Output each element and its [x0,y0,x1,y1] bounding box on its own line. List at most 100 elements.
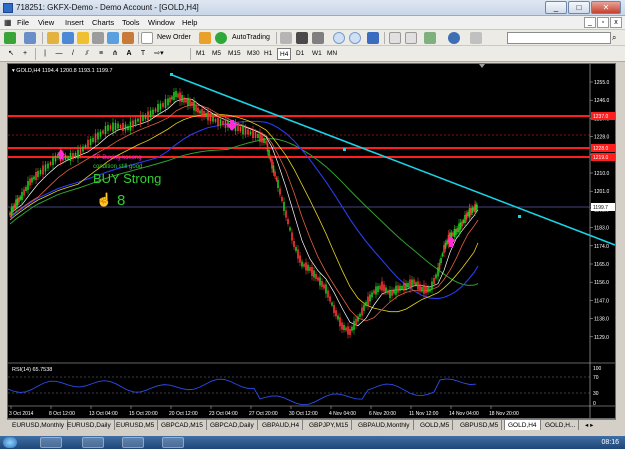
taskbar-media-button[interactable] [82,437,104,448]
candle-body [339,317,341,327]
taskbar-metatrader-button[interactable] [162,437,184,448]
start-button[interactable] [3,437,17,448]
indicators-icon[interactable] [424,32,436,44]
profiles-icon[interactable] [24,32,36,44]
candle-body [259,133,261,142]
menu-view[interactable]: View [38,18,54,27]
menu-tools[interactable]: Tools [122,18,140,27]
new-order-button[interactable]: New Order [154,32,194,44]
candle-body [263,138,265,143]
trendline-handle-mid[interactable] [343,148,346,151]
horizontal-line-icon[interactable]: — [54,48,64,60]
candle-body [268,150,270,156]
menu-window[interactable]: Window [148,18,175,27]
candle-body [301,261,303,267]
chart-doc-icon[interactable]: ▦ [4,18,12,27]
price-label: 1246.0 [594,98,610,104]
candle-body [124,124,127,131]
timeframe-mn[interactable]: MN [325,48,339,60]
price-chart[interactable]: ▾ GOLD,H4 1194.4 1200.8 1193.1 1199.7 RS… [7,64,616,418]
templates-icon[interactable] [470,32,482,44]
search-icon[interactable]: ⌕ [612,32,623,44]
navigator-icon[interactable] [77,32,89,44]
maximize-button[interactable]: □ [568,1,590,14]
chart-shift-icon[interactable] [389,32,401,44]
timeframe-h1[interactable]: H1 [262,48,274,60]
menu-charts[interactable]: Charts [92,18,114,27]
mdi-restore-button[interactable]: ▫ [597,17,609,28]
timeframe-m30[interactable]: M30 [245,48,262,60]
vertical-line-icon[interactable]: | [40,48,50,60]
timeframe-m1[interactable]: M1 [194,48,207,60]
arrows-icon[interactable]: ⇨▾ [152,48,166,60]
strategy-tester-icon[interactable] [107,32,119,44]
autoscroll-icon[interactable] [405,32,417,44]
candle-body [107,125,109,131]
autotrading-button[interactable]: AutoTrading [229,32,273,44]
candle-body [31,177,33,183]
menu-help[interactable]: Help [182,18,197,27]
metaeditor-icon[interactable] [199,32,211,44]
taskbar-clock: 08:16 [601,439,619,446]
timeframe-w1[interactable]: W1 [310,48,324,60]
fibonacci-icon[interactable]: ≡ [96,48,106,60]
equidistant-channel-icon[interactable]: ⫽ [82,48,92,60]
candle-body [345,327,347,331]
menu-insert[interactable]: Insert [65,18,84,27]
cursor-icon[interactable]: ↖ [6,48,16,60]
terminal-icon[interactable] [92,32,104,44]
periods-icon[interactable] [448,32,460,44]
timeframe-m15[interactable]: M15 [226,48,243,60]
minimize-button[interactable]: _ [545,1,567,14]
close-button[interactable]: ✕ [591,1,621,14]
candle-body [244,127,247,135]
bar-chart-icon[interactable] [280,32,292,44]
taskbar-chrome-button[interactable] [122,437,144,448]
zoom-out-icon[interactable] [349,32,361,44]
candle-body [44,164,47,172]
candle-body [261,135,263,143]
downtrend-line[interactable] [171,74,616,246]
candle-body [397,285,399,293]
text-icon[interactable]: A [124,48,134,60]
timeframe-d1[interactable]: D1 [294,48,306,60]
candle-body [421,287,423,291]
candle-body [401,286,403,289]
chart-window[interactable]: ▾ GOLD,H4 1194.4 1200.8 1193.1 1199.7 RS… [7,63,616,419]
search-input[interactable] [507,32,611,44]
window-title-bar[interactable]: 718251: GKFX-Demo - Demo Account - [GOLD… [0,0,625,16]
candle-body [337,315,339,320]
crosshair-icon[interactable]: + [20,48,30,60]
trendline-icon[interactable]: / [68,48,78,60]
trendline-handle-start[interactable] [170,73,173,76]
data-window-icon[interactable] [62,32,74,44]
timeframe-h4[interactable]: H4 [277,48,292,60]
zoom-in-icon[interactable] [333,32,345,44]
ma-green-line [9,138,479,286]
menu-file[interactable]: File [17,18,29,27]
market-watch-icon[interactable] [47,32,59,44]
mdi-close-button[interactable]: x [610,17,622,28]
candle-body [431,281,433,290]
text-label-icon[interactable]: T [138,48,148,60]
new-chart-icon[interactable] [4,32,16,44]
timeframe-m5[interactable]: M5 [210,48,223,60]
candle-body [405,283,407,289]
candle-body [212,116,214,122]
candle-body [239,127,242,131]
history-icon[interactable] [122,32,134,44]
candle-body [361,307,363,316]
candle-body [417,281,419,290]
candle-body [134,119,137,125]
autotrading-icon[interactable] [215,32,227,44]
new-order-icon[interactable] [141,32,153,44]
tile-windows-icon[interactable] [367,32,379,44]
line-chart-icon[interactable] [312,32,324,44]
mdi-minimize-button[interactable]: _ [584,17,596,28]
chart-shift-marker[interactable] [479,64,485,68]
trendline-handle-end[interactable] [518,215,521,218]
candle-body [104,126,107,134]
taskbar-explorer-button[interactable] [40,437,62,448]
pitchfork-icon[interactable]: ⋔ [110,48,120,60]
candlestick-icon[interactable] [296,32,308,44]
